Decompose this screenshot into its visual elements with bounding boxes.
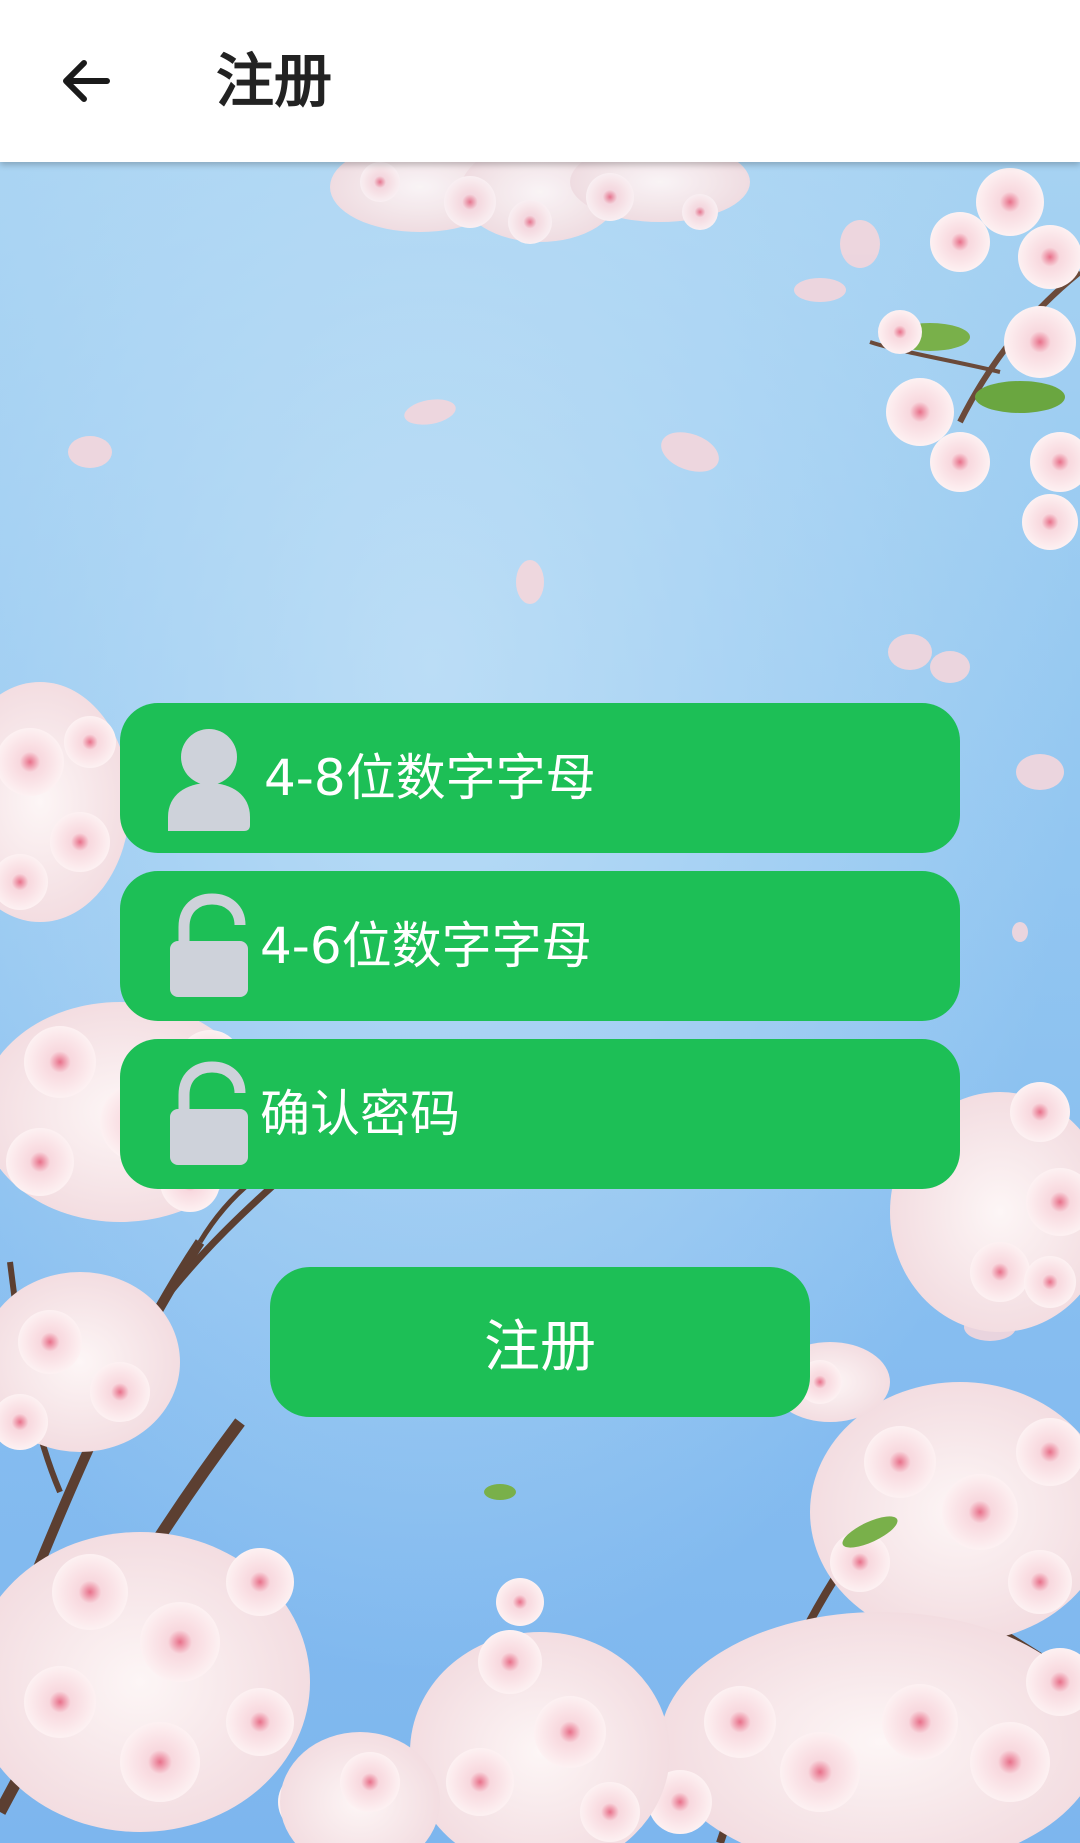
unlock-icon (170, 893, 248, 997)
username-field[interactable]: 4-8位数字字母 (120, 703, 960, 853)
app-bar: 注册 (0, 0, 1080, 162)
confirm-password-field[interactable]: 确认密码 (120, 1039, 960, 1189)
arrow-left-icon (63, 60, 110, 102)
page-title: 注册 (216, 47, 333, 115)
register-screen: 注册 4-8位数字字母 4-6位数字字母 确认密码 注册 (0, 0, 1080, 1843)
back-button[interactable] (40, 36, 130, 126)
password-placeholder: 4-6位数字字母 (260, 917, 592, 975)
register-button[interactable]: 注册 (270, 1267, 810, 1417)
register-button-label: 注册 (484, 1314, 596, 1380)
unlock-icon (170, 1061, 248, 1165)
password-field[interactable]: 4-6位数字字母 (120, 871, 960, 1021)
user-icon (168, 729, 250, 831)
confirm-password-placeholder: 确认密码 (260, 1085, 460, 1143)
username-placeholder: 4-8位数字字母 (264, 749, 596, 807)
